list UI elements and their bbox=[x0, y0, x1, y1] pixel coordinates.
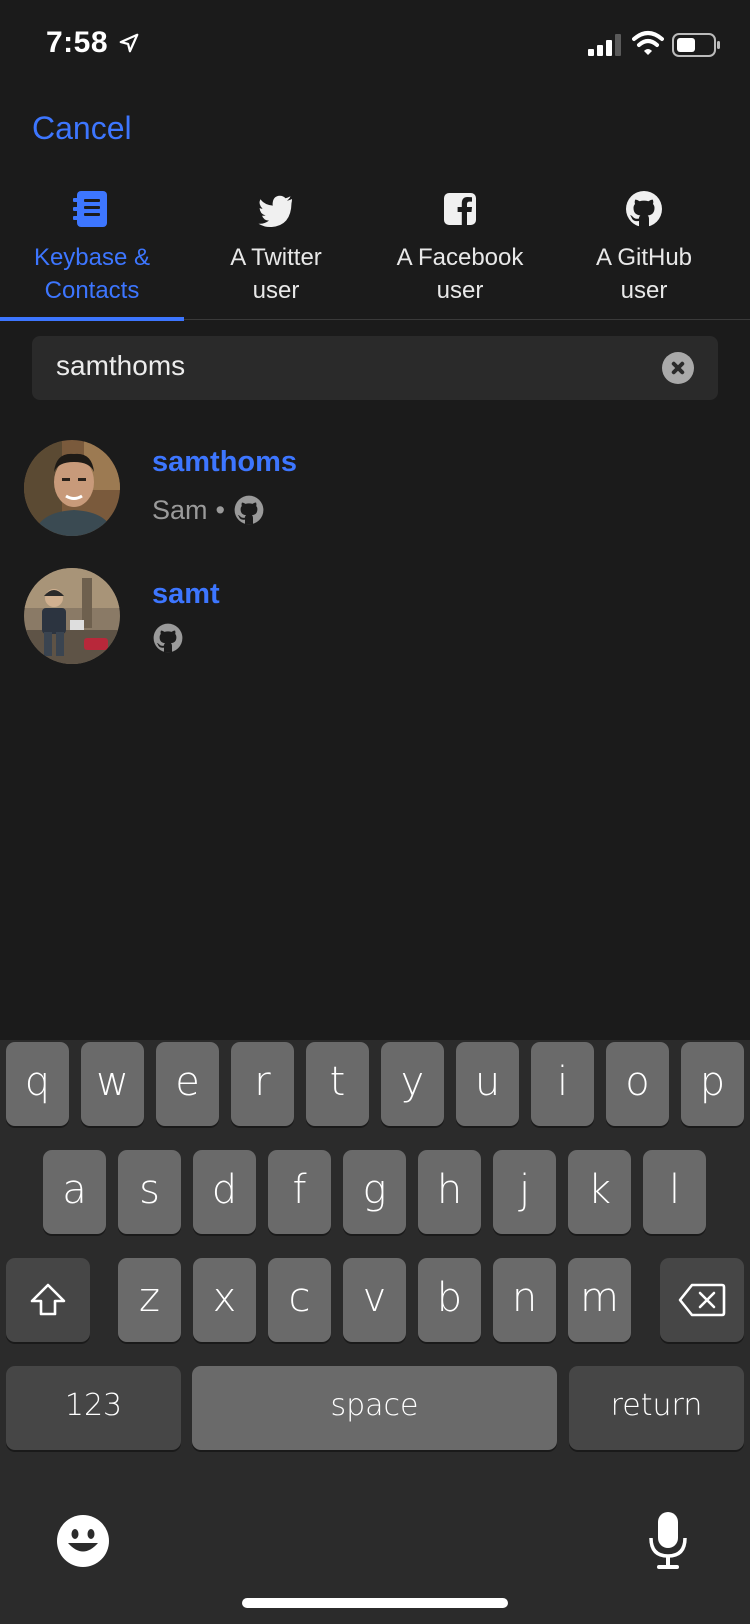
tab-github[interactable]: A GitHub user bbox=[552, 185, 736, 320]
key-w[interactable]: w bbox=[81, 1042, 144, 1126]
key-a[interactable]: a bbox=[43, 1150, 106, 1234]
separator-dot: • bbox=[215, 494, 225, 525]
result-username: samthoms bbox=[152, 446, 298, 478]
key-l[interactable]: l bbox=[643, 1150, 706, 1234]
key-j[interactable]: j bbox=[493, 1150, 556, 1234]
tab-keybase-contacts[interactable]: Keybase & Contacts bbox=[0, 185, 184, 321]
tab-label: A Twitter user bbox=[230, 244, 322, 304]
tab-facebook[interactable]: A Facebook user bbox=[368, 185, 552, 320]
key-k[interactable]: k bbox=[568, 1150, 631, 1234]
search-input-value: samthoms bbox=[56, 350, 186, 381]
key-m[interactable]: m bbox=[568, 1258, 631, 1342]
github-icon bbox=[626, 191, 662, 227]
key-r[interactable]: r bbox=[231, 1042, 294, 1126]
key-u[interactable]: u bbox=[456, 1042, 519, 1126]
list-item[interactable]: samt bbox=[0, 568, 750, 696]
key-g[interactable]: g bbox=[343, 1150, 406, 1234]
result-full-name: Sam bbox=[152, 494, 208, 525]
github-icon bbox=[153, 623, 183, 653]
key-s[interactable]: s bbox=[118, 1150, 181, 1234]
location-arrow-icon bbox=[119, 33, 139, 53]
key-e[interactable]: e bbox=[156, 1042, 219, 1126]
result-username: samt bbox=[152, 578, 220, 610]
key-b[interactable]: b bbox=[418, 1258, 481, 1342]
key-c[interactable]: c bbox=[268, 1258, 331, 1342]
tab-twitter[interactable]: A Twitter user bbox=[184, 185, 368, 320]
space-key[interactable]: space bbox=[192, 1366, 557, 1450]
keyboard: qwertyuiop asdfghjkl zxcvbnm 123 space r… bbox=[0, 1040, 750, 1624]
shift-key[interactable] bbox=[6, 1258, 90, 1342]
address-book-icon bbox=[73, 191, 107, 227]
return-key[interactable]: return bbox=[569, 1366, 744, 1450]
tab-label: Keybase & Contacts bbox=[33, 244, 151, 304]
key-t[interactable]: t bbox=[306, 1042, 369, 1126]
key-o[interactable]: o bbox=[606, 1042, 669, 1126]
twitter-icon bbox=[258, 195, 292, 228]
list-item[interactable]: samthoms Sam • bbox=[0, 440, 750, 568]
cancel-button[interactable]: Cancel bbox=[32, 110, 132, 147]
key-y[interactable]: y bbox=[381, 1042, 444, 1126]
home-indicator bbox=[242, 1598, 508, 1608]
avatar bbox=[24, 568, 120, 664]
clear-search-icon[interactable] bbox=[662, 352, 694, 384]
backspace-icon bbox=[678, 1283, 726, 1317]
battery-icon bbox=[672, 33, 720, 57]
key-q[interactable]: q bbox=[6, 1042, 69, 1126]
key-n[interactable]: n bbox=[493, 1258, 556, 1342]
result-details: Sam • bbox=[152, 494, 265, 526]
key-f[interactable]: f bbox=[268, 1150, 331, 1234]
shift-icon bbox=[30, 1283, 66, 1316]
service-tabs: Keybase & Contacts A Twitter user A Face… bbox=[0, 185, 750, 321]
github-icon bbox=[234, 495, 264, 525]
search-input[interactable]: samthoms bbox=[32, 336, 718, 400]
microphone-icon[interactable] bbox=[646, 1510, 690, 1572]
emoji-icon[interactable] bbox=[56, 1514, 110, 1568]
key-p[interactable]: p bbox=[681, 1042, 744, 1126]
key-v[interactable]: v bbox=[343, 1258, 406, 1342]
key-d[interactable]: d bbox=[193, 1150, 256, 1234]
tab-label: A GitHub user bbox=[595, 244, 693, 304]
key-z[interactable]: z bbox=[118, 1258, 181, 1342]
tab-label: A Facebook user bbox=[396, 244, 524, 304]
result-details bbox=[152, 622, 184, 654]
status-bar: 7:58 bbox=[0, 0, 750, 90]
numbers-key[interactable]: 123 bbox=[6, 1366, 181, 1450]
key-i[interactable]: i bbox=[531, 1042, 594, 1126]
wifi-icon bbox=[632, 31, 664, 55]
facebook-icon bbox=[444, 193, 476, 225]
status-time: 7:58 bbox=[46, 26, 109, 59]
key-h[interactable]: h bbox=[418, 1150, 481, 1234]
key-x[interactable]: x bbox=[193, 1258, 256, 1342]
backspace-key[interactable] bbox=[660, 1258, 744, 1342]
avatar bbox=[24, 440, 120, 536]
cellular-signal-icon bbox=[588, 34, 621, 56]
